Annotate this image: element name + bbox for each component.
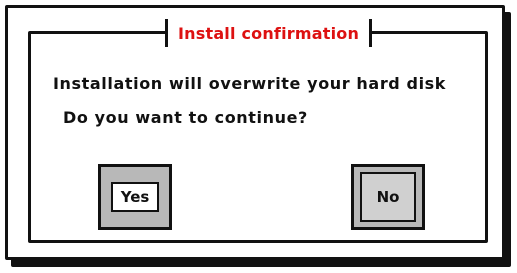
no-button-face: No bbox=[360, 172, 416, 222]
dialog-title: Install confirmation bbox=[178, 23, 360, 43]
no-button-label: No bbox=[376, 187, 400, 206]
confirmation-dialog: Install confirmation Installation will o… bbox=[5, 5, 505, 260]
dialog-message-line-2: Do you want to continue? bbox=[63, 108, 308, 127]
dialog-title-container: Install confirmation bbox=[165, 19, 373, 47]
yes-button-label: Yes bbox=[120, 187, 150, 206]
dialog-message-line-1: Installation will overwrite your hard di… bbox=[53, 74, 447, 93]
yes-button-face: Yes bbox=[111, 182, 159, 212]
no-button[interactable]: No bbox=[351, 164, 425, 230]
yes-button[interactable]: Yes bbox=[98, 164, 172, 230]
